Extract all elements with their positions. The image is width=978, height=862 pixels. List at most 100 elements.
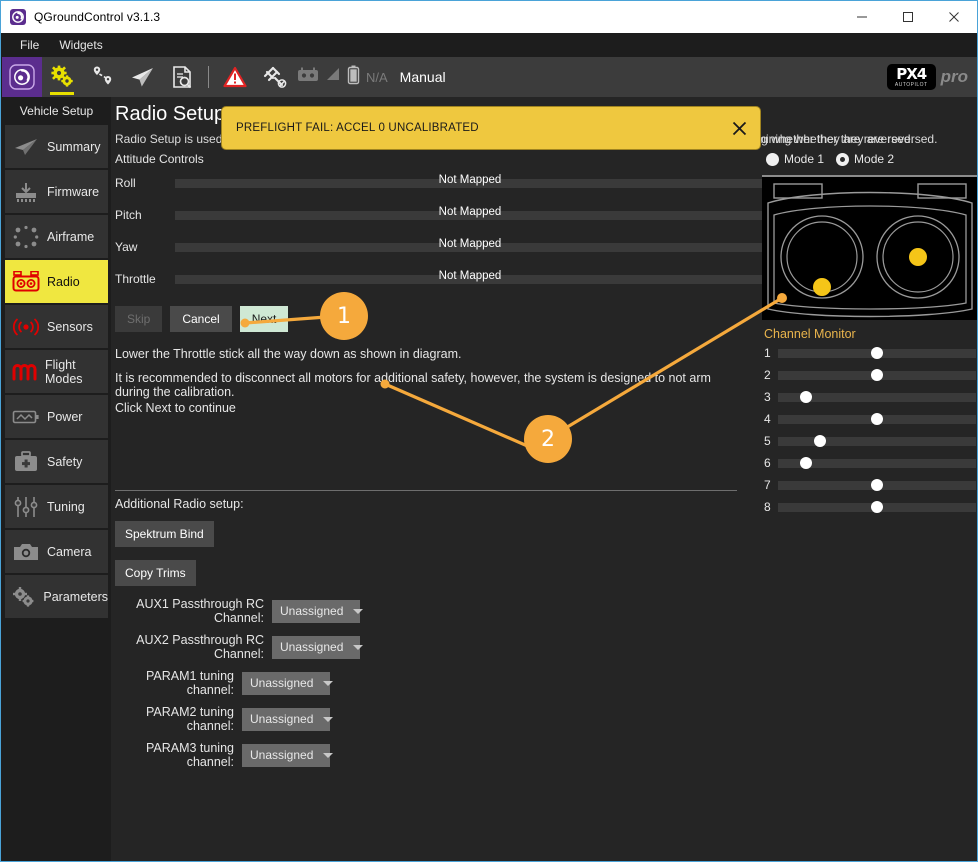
sidebar-item-camera[interactable]: Camera [5, 530, 108, 573]
channel-row-4: 4 [764, 411, 976, 427]
px4-badge-sub: AUTOPILOT [894, 82, 928, 88]
mode-2-label: Mode 2 [854, 152, 895, 166]
mode-1-option[interactable]: Mode 1 [766, 152, 824, 166]
channel-row-6: 6 [764, 455, 976, 471]
sidebar-item-label: Power [47, 409, 83, 424]
px4-badge-main: PX4 [896, 65, 927, 83]
mode-2-option[interactable]: Mode 2 [836, 152, 894, 166]
channel-number: 3 [764, 390, 771, 404]
radio-checked-icon [836, 152, 850, 166]
calibration-button-row: Skip Cancel Next [115, 306, 289, 332]
param2-tuning-select[interactable]: Unassigned [242, 707, 334, 731]
sidebar-item-flight-modes[interactable]: Flight Modes [5, 350, 108, 393]
sidebar-item-tuning[interactable]: Tuning [5, 485, 108, 528]
channel-number: 1 [764, 346, 771, 360]
window-controls [839, 1, 977, 33]
mode-selector: Mode 1 Mode 2 [766, 152, 894, 166]
next-button[interactable]: Next [239, 306, 289, 332]
sidebar-item-label: Sensors [47, 319, 93, 334]
sidebar-title: Vehicle Setup [19, 103, 94, 118]
channel-monitor-title: Channel Monitor [764, 327, 856, 341]
battery-icon [347, 65, 360, 90]
sidebar-item-safety[interactable]: Safety [5, 440, 108, 483]
menu-widgets[interactable]: Widgets [49, 36, 112, 54]
aux2-passthrough-select[interactable]: Unassigned [272, 635, 364, 659]
radio-setup-panel: Radio Setup Radio Setup is used to calib… [111, 97, 977, 861]
attitude-controls-label: Attitude Controls [115, 152, 204, 166]
sidebar-item-parameters[interactable]: Parameters [5, 575, 108, 618]
sidebar-item-firmware[interactable]: Firmware [5, 170, 108, 213]
channel-row-3: 3 [764, 389, 976, 405]
param1-tuning-row: PARAM1 tuning channel: Unassigned [115, 669, 334, 697]
cancel-button[interactable]: Cancel [170, 306, 232, 332]
safety-kit-icon [11, 449, 41, 475]
airframe-quad-icon [11, 224, 41, 250]
menu-file[interactable]: File [10, 36, 49, 54]
channel-number: 6 [764, 456, 771, 470]
spektrum-bind-button[interactable]: Spektrum Bind [115, 521, 214, 547]
toolbar-separator [208, 66, 209, 88]
px4-badge: PX4 AUTOPILOT [886, 64, 936, 90]
channel-knob [813, 435, 826, 447]
skip-button[interactable]: Skip [115, 306, 163, 332]
channel-bar [778, 347, 976, 359]
maximize-button[interactable] [885, 1, 931, 33]
qgc-home-icon[interactable] [2, 57, 42, 97]
sidebar-item-power[interactable]: Power [5, 395, 108, 438]
param2-tuning-label: PARAM2 tuning channel: [145, 705, 234, 733]
menu-bar: File Widgets [2, 33, 977, 57]
param3-tuning-label: PARAM3 tuning channel: [145, 741, 234, 769]
param2-tuning-value: Unassigned [250, 712, 314, 726]
close-button[interactable] [931, 1, 977, 33]
sidebar-item-label: Camera [47, 544, 92, 559]
sidebar-item-airframe[interactable]: Airframe [5, 215, 108, 258]
parameters-gears-icon [11, 584, 37, 610]
radio-unchecked-icon [766, 152, 779, 166]
channel-bar [778, 501, 976, 513]
aux2-passthrough-label: AUX2 Passthrough RC Channel: [136, 633, 264, 661]
warning-triangle-icon[interactable] [215, 57, 255, 97]
copy-trims-button[interactable]: Copy Trims [115, 560, 196, 586]
sidebar-item-sensors[interactable]: Sensors [5, 305, 108, 348]
analyze-log-icon[interactable] [162, 57, 202, 97]
vehicle-setup-gears-icon[interactable] [42, 57, 82, 97]
section-divider [115, 490, 737, 491]
signal-bars-icon [325, 67, 341, 87]
control-row-throttle: Throttle Not Mapped [115, 269, 765, 289]
control-row-yaw: Yaw Not Mapped [115, 237, 765, 257]
control-bar: Not Mapped [175, 206, 765, 220]
sidebar-item-label: Safety [47, 454, 83, 469]
param3-tuning-row: PARAM3 tuning channel: Unassigned [115, 741, 334, 769]
sidebar-item-summary[interactable]: Summary [5, 125, 108, 168]
param1-tuning-select[interactable]: Unassigned [242, 671, 334, 695]
channel-knob [871, 413, 883, 425]
reversed-description-tail: mining whether they are reversed. [756, 132, 938, 146]
plan-waypoints-icon[interactable] [82, 57, 122, 97]
aux1-passthrough-row: AUX1 Passthrough RC Channel: Unassigned [115, 597, 364, 625]
aux1-passthrough-label: AUX1 Passthrough RC Channel: [136, 597, 264, 625]
flight-mode-label[interactable]: Manual [400, 69, 446, 85]
annotation-marker-2-number: 2 [541, 426, 555, 452]
param1-tuning-value: Unassigned [250, 676, 314, 690]
minimize-button[interactable] [839, 1, 885, 33]
fly-view-paperplane-icon[interactable] [122, 57, 162, 97]
channel-bar [778, 369, 976, 381]
vehicle-setup-sidebar: Vehicle Setup Summary Firmware Airframe … [2, 97, 111, 861]
aux1-passthrough-select[interactable]: Unassigned [272, 599, 364, 623]
control-bar: Not Mapped [175, 270, 765, 284]
channel-knob [799, 457, 812, 469]
toolbar-status: N/A Manual [297, 65, 446, 90]
control-name: Throttle [115, 272, 156, 286]
instruction-line-3: Click Next to continue [115, 401, 236, 415]
instruction-line-1: Lower the Throttle stick all the way dow… [115, 347, 462, 361]
sidebar-item-label: Firmware [47, 184, 100, 199]
param3-tuning-select[interactable]: Unassigned [242, 743, 334, 767]
banner-close-icon[interactable] [730, 119, 748, 137]
gps-disconnected-icon[interactable] [255, 57, 295, 97]
annotation-marker-2: 2 [524, 415, 572, 463]
camera-icon [11, 539, 41, 565]
sidebar-item-label: Radio [47, 274, 80, 289]
battery-value: N/A [366, 69, 388, 85]
control-row-roll: Roll Not Mapped [115, 173, 765, 193]
sidebar-item-radio[interactable]: Radio [5, 260, 108, 303]
